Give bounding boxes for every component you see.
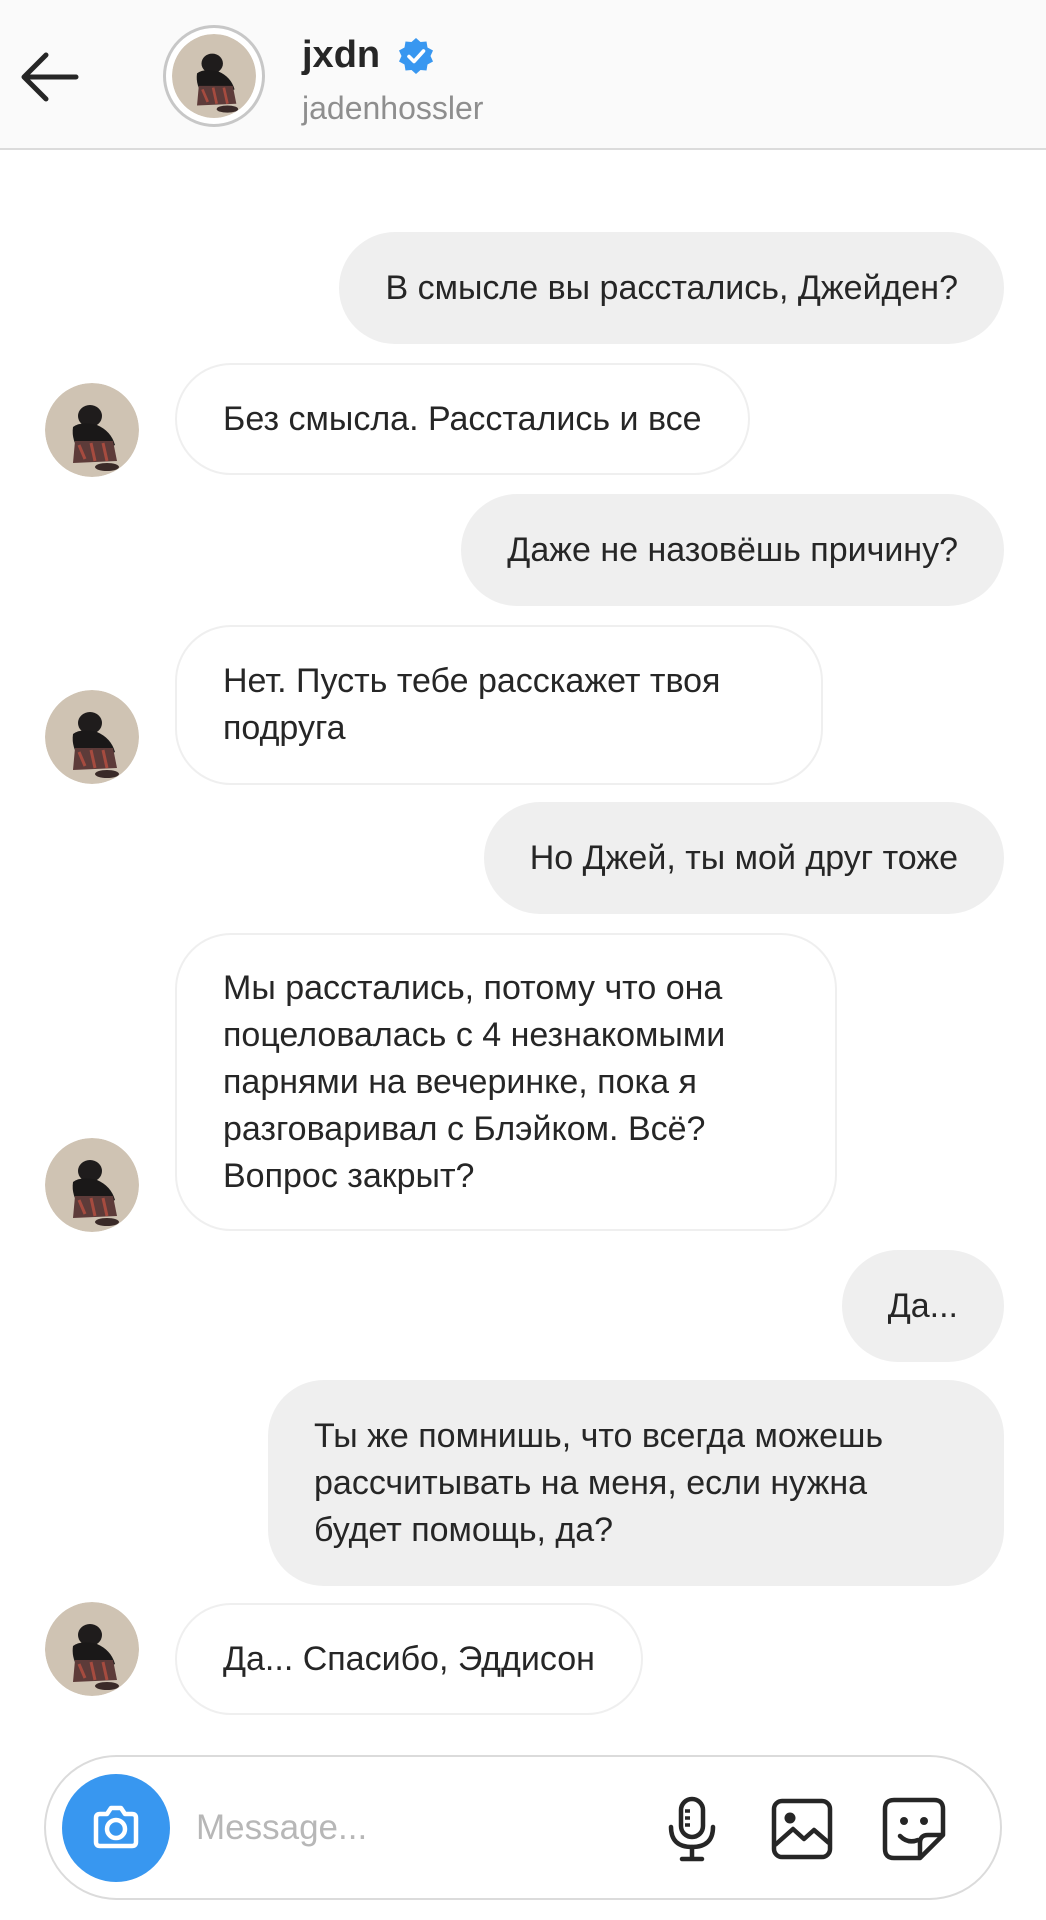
arrow-left-icon: [21, 52, 79, 102]
message-text: Да... Спасибо, Эддисон: [223, 1639, 595, 1678]
message-text: Даже не назовёшь причину?: [507, 530, 958, 569]
message-composer: [44, 1755, 1002, 1900]
chat-header: jxdn jadenhossler: [0, 0, 1046, 150]
contact-name[interactable]: jxdn: [302, 34, 380, 77]
avatar-image: [172, 34, 256, 118]
message-avatar[interactable]: [45, 383, 139, 477]
back-button[interactable]: [14, 42, 94, 112]
message-bubble-received[interactable]: Без смысла. Расстались и все: [175, 363, 750, 475]
camera-icon: [93, 1805, 139, 1849]
image-icon[interactable]: [766, 1793, 838, 1865]
message-text: Да...: [887, 1286, 958, 1325]
header-avatar[interactable]: [163, 25, 265, 127]
message-bubble-sent[interactable]: Даже не назовёшь причину?: [461, 494, 1004, 606]
message-bubble-received[interactable]: Мы расстались, потому что она поцеловала…: [175, 933, 837, 1231]
message-text: Но Джей, ты мой друг тоже: [529, 838, 958, 877]
message-text: Нет. Пусть тебе расскажет твоя подруга: [223, 662, 721, 747]
message-bubble-received[interactable]: Нет. Пусть тебе расскажет твоя подруга: [175, 625, 823, 785]
message-avatar[interactable]: [45, 1138, 139, 1232]
message-text: Мы расстались, потому что она поцеловала…: [223, 968, 726, 1195]
message-bubble-sent[interactable]: Ты же помнишь, что всегда можешь рассчит…: [268, 1380, 1004, 1586]
message-bubble-sent[interactable]: Да...: [841, 1250, 1004, 1362]
microphone-icon[interactable]: [656, 1793, 728, 1865]
message-text: Ты же помнишь, что всегда можешь рассчит…: [314, 1416, 884, 1549]
contact-username: jadenhossler: [302, 90, 484, 126]
message-text: В смысле вы расстались, Джейден?: [385, 268, 958, 307]
camera-button[interactable]: [62, 1774, 170, 1882]
verified-badge-icon: [399, 38, 433, 74]
message-input[interactable]: [196, 1797, 646, 1859]
message-text: Без смысла. Расстались и все: [223, 399, 702, 438]
message-bubble-sent[interactable]: Но Джей, ты мой друг тоже: [483, 802, 1004, 914]
chat-screen: jxdn jadenhossler В смысле вы расстались…: [0, 0, 1046, 1920]
message-bubble-received[interactable]: Да... Спасибо, Эддисон: [175, 1603, 643, 1715]
sticker-icon[interactable]: [878, 1793, 950, 1865]
message-avatar[interactable]: [45, 690, 139, 784]
message-bubble-sent[interactable]: В смысле вы расстались, Джейден?: [339, 232, 1004, 344]
message-avatar[interactable]: [45, 1602, 139, 1696]
